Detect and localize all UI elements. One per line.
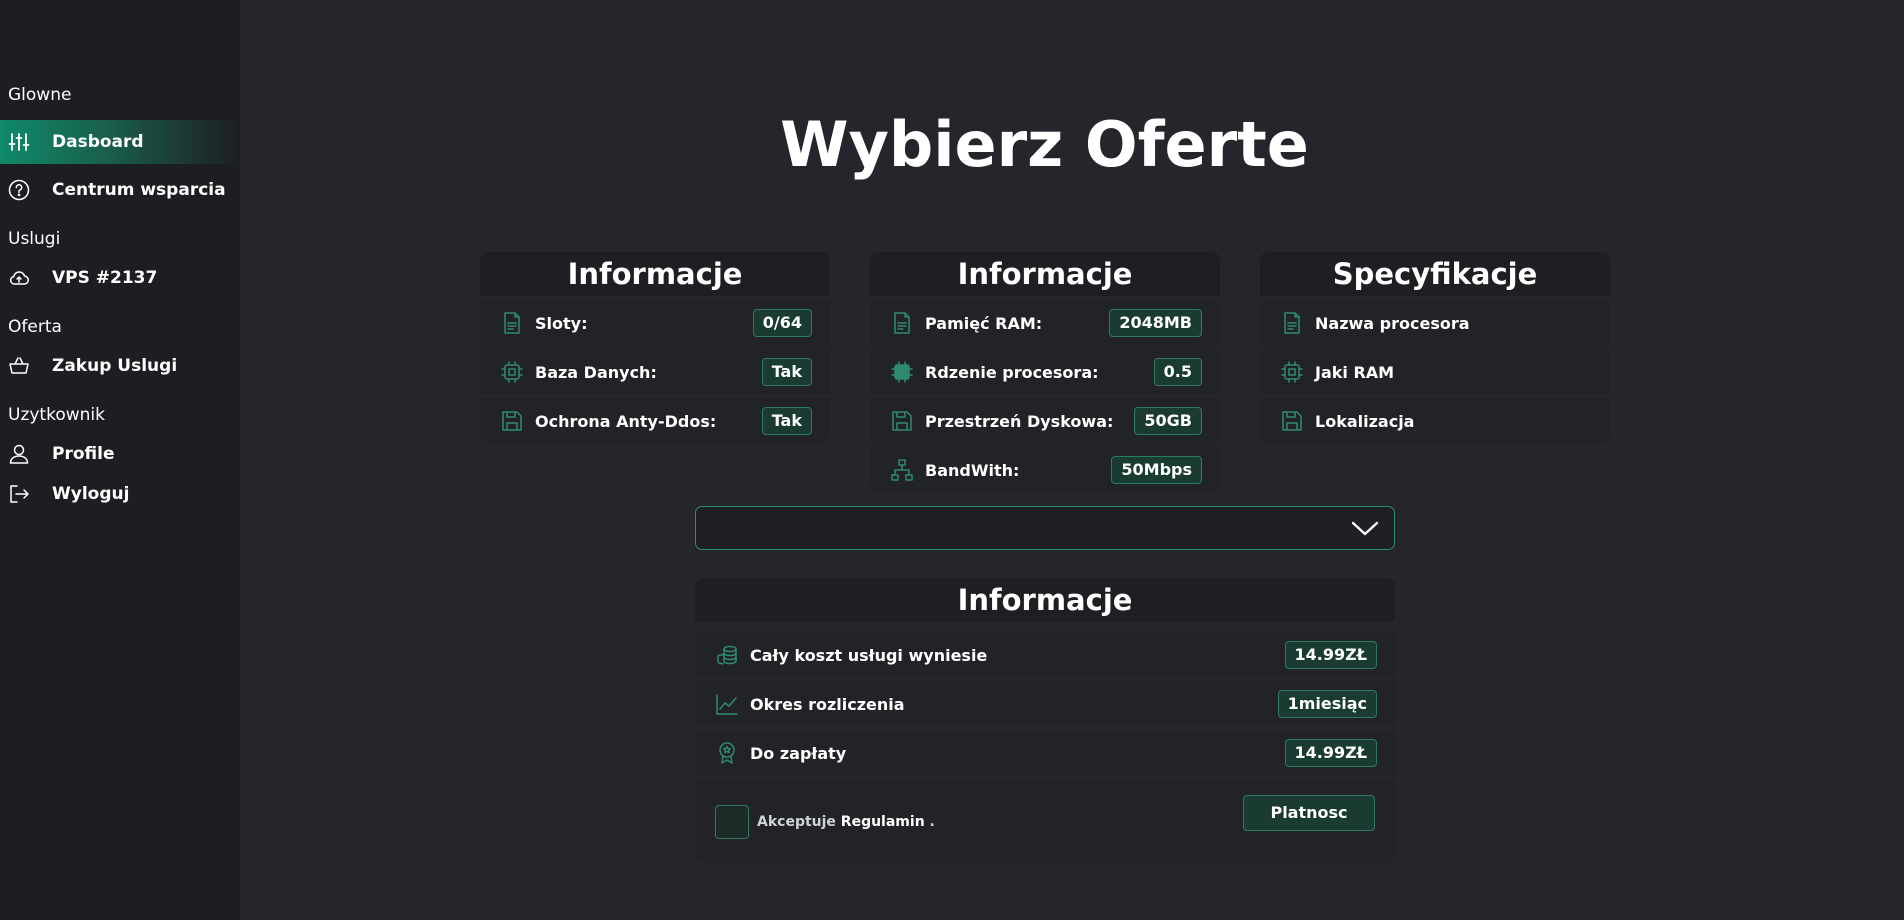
row-label: BandWith: [925, 461, 1020, 480]
page-title: Wybierz Oferte [780, 108, 1309, 181]
row-label: Rdzenie procesora: [925, 363, 1099, 382]
chevron-down-icon[interactable] [1350, 517, 1380, 539]
cpu-icon [1280, 360, 1304, 384]
award-icon [715, 741, 739, 765]
cloud-icon [8, 267, 30, 289]
sidebar-item-support[interactable]: Centrum wsparcia [0, 168, 240, 212]
network-icon [890, 458, 914, 482]
info-row: Lokalizacja [1260, 398, 1610, 443]
value-badge: 14.99ZŁ [1284, 641, 1377, 669]
sidebar-item-label: Wyloguj [52, 484, 130, 504]
sidebar-item-label: Centrum wsparcia [52, 180, 226, 200]
accept-terms-label: Akceptuje Regulamin . [757, 814, 935, 830]
coins-icon [715, 643, 739, 667]
row-label: Baza Danych: [535, 363, 657, 382]
basket-icon [8, 355, 30, 377]
sidebar-item-profile[interactable]: Profile [0, 432, 240, 476]
document-icon [890, 311, 914, 335]
sidebar-item-label: Zakup Uslugi [52, 356, 178, 376]
row-label: Okres rozliczenia [750, 695, 905, 714]
section-title-glowne: Glowne [8, 85, 72, 105]
sliders-icon [8, 131, 30, 153]
accept-suffix: . [929, 814, 935, 830]
plan-select[interactable] [695, 506, 1395, 550]
row-label: Ochrona Anty-Ddos: [535, 412, 717, 431]
summary-row: Cały koszt usługi wyniesie 14.99ZŁ [695, 632, 1395, 677]
spec-card: Specyfikacje Nazwa procesora Jaki RAM Lo… [1260, 252, 1610, 443]
card-title: Informacje [870, 252, 1220, 296]
info-card-2: Informacje Pamięć RAM: 2048MB Rdzenie pr… [870, 252, 1220, 492]
sidebar-item-label: VPS #2137 [52, 268, 158, 288]
row-label: Jaki RAM [1315, 363, 1395, 382]
card-title: Specyfikacje [1260, 252, 1610, 296]
value-badge: 0.5 [1153, 358, 1202, 386]
terms-link[interactable]: Regulamin [841, 814, 925, 830]
logout-icon [8, 483, 30, 505]
info-row: Sloty: 0/64 [480, 300, 830, 345]
accept-terms-checkbox[interactable] [715, 805, 749, 839]
payment-button[interactable]: Platnosc [1243, 795, 1375, 831]
info-row: Ochrona Anty-Ddos: Tak [480, 398, 830, 443]
row-label: Przestrzeń Dyskowa: [925, 412, 1114, 431]
card-title: Informacje [480, 252, 830, 296]
info-row: Jaki RAM [1260, 349, 1610, 394]
info-row: Przestrzeń Dyskowa: 50GB [870, 398, 1220, 443]
value-badge: 14.99ZŁ [1284, 739, 1377, 767]
row-label: Pamięć RAM: [925, 314, 1043, 333]
info-row: BandWith: 50Mbps [870, 447, 1220, 492]
row-label: Nazwa procesora [1315, 314, 1470, 333]
info-row: Rdzenie procesora: 0.5 [870, 349, 1220, 394]
value-badge: 1miesiąc [1277, 690, 1377, 718]
value-badge: Tak [761, 407, 812, 435]
row-label: Lokalizacja [1315, 412, 1415, 431]
sidebar-item-purchase[interactable]: Zakup Uslugi [0, 344, 240, 388]
sidebar-item-label: Dasboard [52, 132, 144, 152]
floppy-icon [1280, 409, 1304, 433]
info-card-1: Informacje Sloty: 0/64 Baza Danych: Tak … [480, 252, 830, 443]
sidebar: Glowne Dasboard Centrum wsparcia Uslugi [0, 0, 240, 920]
summary-row: Do zapłaty 14.99ZŁ [695, 730, 1395, 775]
help-icon [8, 179, 30, 201]
sidebar-item-vps[interactable]: VPS #2137 [0, 256, 240, 300]
sidebar-item-label: Profile [52, 444, 115, 464]
chart-line-icon [715, 692, 739, 716]
value-badge: 2048MB [1109, 309, 1202, 337]
cpu-icon [500, 360, 524, 384]
section-title-oferta: Oferta [8, 317, 62, 337]
value-badge: Tak [761, 358, 812, 386]
value-badge: 0/64 [752, 309, 812, 337]
accept-text: Akceptuje [757, 814, 836, 830]
document-icon [500, 311, 524, 335]
user-icon [8, 443, 30, 465]
summary-footer: Akceptuje Regulamin . Platnosc [695, 779, 1395, 863]
card-title: Informacje [695, 578, 1395, 622]
value-badge: 50Mbps [1111, 456, 1202, 484]
sidebar-item-dashboard[interactable]: Dasboard [0, 120, 240, 164]
info-row: Pamięć RAM: 2048MB [870, 300, 1220, 345]
row-label: Sloty: [535, 314, 588, 333]
floppy-icon [890, 409, 914, 433]
section-title-uzytkownik: Uzytkownik [8, 405, 105, 425]
info-row: Nazwa procesora [1260, 300, 1610, 345]
cpu-filled-icon [890, 360, 914, 384]
sidebar-item-logout[interactable]: Wyloguj [0, 472, 240, 516]
floppy-icon [500, 409, 524, 433]
info-row: Baza Danych: Tak [480, 349, 830, 394]
row-label: Cały koszt usługi wyniesie [750, 646, 988, 665]
value-badge: 50GB [1134, 407, 1202, 435]
document-icon [1280, 311, 1304, 335]
summary-row: Okres rozliczenia 1miesiąc [695, 681, 1395, 726]
summary-card: Informacje Cały koszt usługi wyniesie 14… [695, 578, 1395, 863]
section-title-uslugi: Uslugi [8, 229, 61, 249]
row-label: Do zapłaty [750, 744, 847, 763]
